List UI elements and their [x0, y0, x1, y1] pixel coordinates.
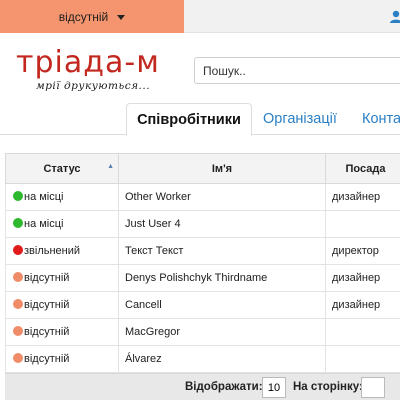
logo-tagline: мрії друкуються...	[36, 80, 151, 92]
employee-name[interactable]: Other Worker	[125, 191, 191, 203]
name-cell[interactable]: Текст Текст	[118, 237, 326, 265]
status-cell: звільнений	[5, 237, 119, 265]
table-row[interactable]: на місці Other Worker дизайнер	[5, 183, 400, 211]
column-header-name[interactable]: Ім'я	[118, 153, 326, 184]
table-row[interactable]: на місці Just User 4	[5, 210, 400, 238]
status-dot-icon	[13, 272, 23, 282]
status-cell: на місці	[5, 183, 119, 211]
name-cell[interactable]: Just User 4	[118, 210, 326, 238]
employee-name[interactable]: Denys Polishchyk Thirdname	[125, 272, 267, 284]
status-cell: відсутній	[5, 318, 119, 346]
name-cell[interactable]: Other Worker	[118, 183, 326, 211]
search-input[interactable]	[194, 57, 400, 84]
status-dot-icon	[13, 299, 23, 309]
table-footer: Відображати: На сторінку:	[5, 373, 400, 400]
employee-name[interactable]: Just User 4	[125, 218, 181, 230]
employee-name[interactable]: MacGregor	[125, 326, 180, 338]
status-text: на місці	[24, 218, 64, 230]
per-page-label: Відображати:	[185, 381, 263, 393]
sort-asc-icon: ▲	[107, 163, 114, 170]
column-header-label: Статус	[43, 162, 81, 175]
tab-contacts[interactable]: Конта	[362, 103, 400, 135]
position-cell	[325, 318, 400, 346]
status-dropdown[interactable]: відсутній	[0, 0, 184, 33]
table-row[interactable]: відсутній Álvarez	[5, 345, 400, 373]
position-cell: дизайнер	[325, 183, 400, 211]
name-cell[interactable]: MacGregor	[118, 318, 326, 346]
position-cell: дизайнер	[325, 264, 400, 292]
status-text: відсутній	[24, 326, 70, 338]
page-input[interactable]	[361, 377, 385, 398]
tab-organizations[interactable]: Організації	[263, 103, 337, 135]
status-dot-icon	[13, 218, 23, 228]
status-text: відсутній	[24, 353, 70, 365]
position-cell: дизайнер	[325, 291, 400, 319]
status-cell: відсутній	[5, 345, 119, 373]
per-page-input[interactable]	[262, 377, 286, 398]
top-bar: відсутній	[0, 0, 400, 33]
tab-bar: Співробітники Організації Конта	[0, 103, 400, 136]
name-cell[interactable]: Denys Polishchyk Thirdname	[118, 264, 326, 292]
status-text: відсутній	[24, 272, 70, 284]
status-dot-icon	[13, 245, 23, 255]
table-row[interactable]: відсутній Cancell дизайнер	[5, 291, 400, 319]
column-header-status[interactable]: Статус ▲	[5, 153, 119, 184]
status-dot-icon	[13, 191, 23, 201]
column-header-label: Ім'я	[211, 162, 233, 175]
employee-name[interactable]: Cancell	[125, 299, 162, 311]
employee-name[interactable]: Álvarez	[125, 353, 162, 365]
status-cell: відсутній	[5, 264, 119, 292]
status-dot-icon	[13, 326, 23, 336]
table-header-row: Статус ▲ Ім'я Посада	[5, 153, 400, 184]
status-dropdown-label: відсутній	[58, 9, 109, 24]
status-text: відсутній	[24, 299, 70, 311]
column-header-label: Посада	[345, 162, 386, 175]
column-header-position[interactable]: Посада	[325, 153, 400, 184]
company-logo[interactable]: тріада-м мрії друкуються...	[16, 45, 160, 93]
logo-title: тріада-м	[16, 45, 160, 80]
caret-down-icon	[117, 14, 126, 20]
position-cell	[325, 345, 400, 373]
user-icon[interactable]	[389, 10, 400, 24]
status-dot-icon	[13, 353, 23, 363]
page-label: На сторінку:	[293, 381, 363, 393]
status-cell: на місці	[5, 210, 119, 238]
table-row[interactable]: відсутній Denys Polishchyk Thirdname дизай…	[5, 264, 400, 292]
name-cell[interactable]: Álvarez	[118, 345, 326, 373]
tab-employees[interactable]: Співробітники	[126, 103, 252, 136]
position-cell	[325, 210, 400, 238]
status-cell: відсутній	[5, 291, 119, 319]
name-cell[interactable]: Cancell	[118, 291, 326, 319]
status-text: на місці	[24, 191, 64, 203]
employees-table: Статус ▲ Ім'я Посада на місці Other Worke…	[5, 153, 400, 373]
table-row[interactable]: звільнений Текст Текст директор	[5, 237, 400, 265]
status-text: звільнений	[24, 245, 81, 257]
position-cell: директор	[325, 237, 400, 265]
employee-name[interactable]: Текст Текст	[125, 245, 183, 257]
table-row[interactable]: відсутній MacGregor	[5, 318, 400, 346]
